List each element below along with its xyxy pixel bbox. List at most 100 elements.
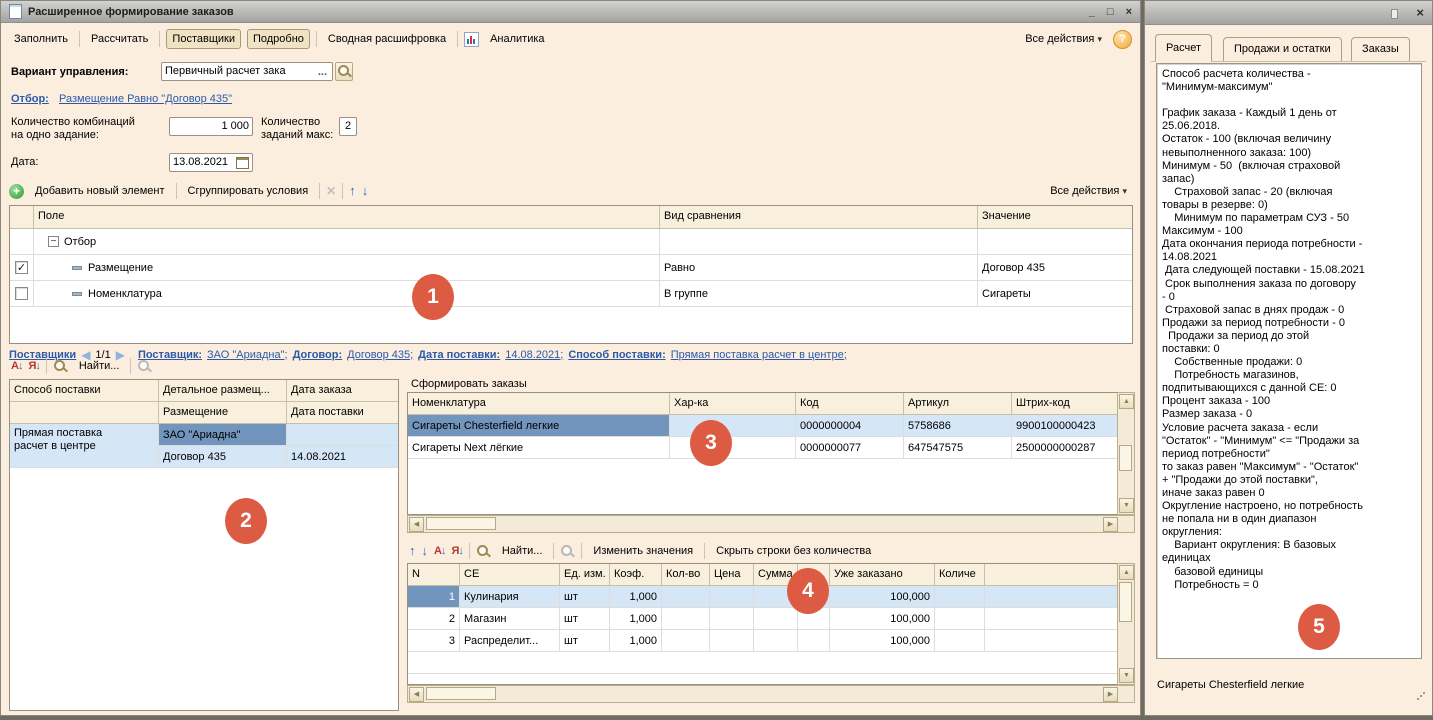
- cell-article[interactable]: 5758686: [904, 415, 1012, 437]
- combinations-input[interactable]: 1 000: [169, 117, 253, 136]
- move-up-icon[interactable]: ↑: [409, 545, 416, 557]
- orders-horizontal-scrollbar[interactable]: ◀ ▶: [407, 515, 1135, 533]
- cell-placement-contract[interactable]: Договор 435: [159, 446, 287, 468]
- cell-filler[interactable]: [985, 630, 1117, 652]
- cell-se[interactable]: Распределит...: [460, 630, 560, 652]
- checkbox-checked[interactable]: ✓: [15, 261, 28, 274]
- cell-n[interactable]: 1: [408, 586, 460, 608]
- cell-n[interactable]: 3: [408, 630, 460, 652]
- filter-row-comparison[interactable]: В группе: [660, 281, 978, 307]
- cell-sum[interactable]: [754, 630, 798, 652]
- cell-barcode[interactable]: 9900100000423: [1012, 415, 1117, 437]
- choose-button[interactable]: ...: [316, 67, 329, 77]
- cell-filler[interactable]: [985, 608, 1117, 630]
- orders-vertical-scrollbar[interactable]: ▲ ▼: [1117, 392, 1135, 515]
- clear-search-icon[interactable]: [560, 544, 575, 559]
- scroll-left-icon[interactable]: ◀: [409, 687, 424, 702]
- hide-rows-button[interactable]: Скрыть строки без количества: [711, 542, 876, 560]
- method-label-link[interactable]: Способ поставки:: [568, 349, 665, 361]
- analytics-button[interactable]: Аналитика: [485, 30, 549, 48]
- cell-unit[interactable]: шт: [560, 608, 610, 630]
- filter-row-value[interactable]: Договор 435: [978, 255, 1132, 281]
- collapse-icon[interactable]: −: [48, 236, 59, 247]
- tasks-max-input[interactable]: 2: [339, 117, 357, 136]
- cell-barcode[interactable]: 2500000000287: [1012, 437, 1117, 459]
- scroll-down-icon[interactable]: ▼: [1119, 498, 1134, 513]
- all-actions-button[interactable]: Все действия ▾: [1020, 30, 1107, 48]
- cell-filler[interactable]: [985, 586, 1117, 608]
- sort-asc-icon[interactable]: А↓: [11, 360, 22, 372]
- group-conditions-button[interactable]: Сгруппировать условия: [183, 182, 314, 200]
- cell-nomenclature[interactable]: Сигареты Chesterfield легкие: [408, 415, 670, 437]
- cell-se[interactable]: Кулинария: [460, 586, 560, 608]
- qty-horizontal-scrollbar[interactable]: ◀ ▶: [407, 685, 1135, 703]
- scroll-up-icon[interactable]: ▲: [1119, 394, 1134, 409]
- cell-quantity[interactable]: [935, 586, 985, 608]
- cell-se[interactable]: Магазин: [460, 608, 560, 630]
- delivery-date-label-link[interactable]: Дата поставки:: [418, 349, 500, 361]
- move-up-icon[interactable]: ↑: [349, 185, 356, 197]
- cell-article[interactable]: 647547575: [904, 437, 1012, 459]
- date-input[interactable]: 13.08.2021: [169, 153, 253, 172]
- suppliers-button[interactable]: Поставщики: [166, 29, 241, 49]
- sort-desc-icon[interactable]: Я↓: [28, 360, 39, 372]
- scroll-left-icon[interactable]: ◀: [409, 517, 424, 532]
- cell-quantity[interactable]: [935, 608, 985, 630]
- cell-unit[interactable]: шт: [560, 630, 610, 652]
- scroll-thumb[interactable]: [1119, 445, 1132, 471]
- cell-code[interactable]: 0000000004: [796, 415, 904, 437]
- tab-orders[interactable]: Заказы: [1351, 37, 1410, 62]
- filter-link-label[interactable]: Отбор:: [11, 93, 49, 105]
- cell-characteristic[interactable]: [670, 415, 796, 437]
- scroll-thumb[interactable]: [426, 687, 496, 700]
- qty-vertical-scrollbar[interactable]: ▲ ▼: [1117, 563, 1135, 685]
- scroll-up-icon[interactable]: ▲: [1119, 565, 1134, 580]
- tab-calculation[interactable]: Расчет: [1155, 34, 1212, 62]
- supplier-value-link[interactable]: ЗАО "Ариадна";: [207, 349, 288, 361]
- cell-characteristic[interactable]: [670, 437, 796, 459]
- filter-row-value[interactable]: Сигареты: [978, 281, 1132, 307]
- filter-group-row[interactable]: − Отбор: [34, 229, 660, 255]
- edit-values-button[interactable]: Изменить значения: [588, 542, 698, 560]
- sort-asc-icon[interactable]: А↓: [434, 545, 445, 557]
- cell-n[interactable]: 2: [408, 608, 460, 630]
- cell-price[interactable]: [710, 630, 754, 652]
- pin-icon[interactable]: [1391, 9, 1398, 19]
- panel-close-button[interactable]: ×: [1416, 5, 1424, 20]
- cell-quantity[interactable]: [935, 630, 985, 652]
- calendar-icon[interactable]: [236, 157, 249, 169]
- minimize-button[interactable]: _: [1089, 6, 1095, 18]
- cell-coef[interactable]: 1,000: [610, 586, 662, 608]
- checkbox-unchecked[interactable]: [15, 287, 28, 300]
- method-value-link[interactable]: Прямая поставка расчет в центре;: [671, 349, 847, 361]
- detailed-button[interactable]: Подробно: [247, 29, 310, 49]
- clear-search-icon[interactable]: [137, 359, 152, 374]
- cell-qty[interactable]: [662, 608, 710, 630]
- calculate-button[interactable]: Рассчитать: [86, 30, 153, 48]
- open-magnifier-button[interactable]: [335, 62, 353, 81]
- contract-label-link[interactable]: Договор:: [293, 349, 343, 361]
- cell-rest[interactable]: [798, 630, 830, 652]
- cell-price[interactable]: [710, 586, 754, 608]
- move-down-icon[interactable]: ↓: [362, 185, 369, 197]
- filter-all-actions-button[interactable]: Все действия ▾: [1045, 182, 1132, 200]
- cell-placement-org[interactable]: ЗАО "Ариадна": [159, 424, 287, 446]
- help-button[interactable]: ?: [1113, 30, 1132, 49]
- cell-qty[interactable]: [662, 586, 710, 608]
- cell-unit[interactable]: шт: [560, 586, 610, 608]
- maximize-button[interactable]: □: [1107, 6, 1114, 18]
- filter-row-field[interactable]: Размещение: [34, 255, 660, 281]
- filter-link-value[interactable]: Размещение Равно "Договор 435": [59, 93, 232, 105]
- summary-decode-button[interactable]: Сводная расшифровка: [323, 30, 451, 48]
- cell-ordered[interactable]: 100,000: [830, 630, 935, 652]
- scroll-thumb[interactable]: [1119, 582, 1132, 622]
- filter-row-comparison[interactable]: Равно: [660, 255, 978, 281]
- cell-qty[interactable]: [662, 630, 710, 652]
- find-button[interactable]: Найти...: [497, 542, 548, 560]
- resize-grip[interactable]: [1420, 695, 1422, 697]
- scroll-right-icon[interactable]: ▶: [1103, 687, 1118, 702]
- cell-coef[interactable]: 1,000: [610, 630, 662, 652]
- cell-ordered[interactable]: 100,000: [830, 608, 935, 630]
- sort-desc-icon[interactable]: Я↓: [451, 545, 462, 557]
- tab-sales-and-stock[interactable]: Продажи и остатки: [1223, 37, 1342, 62]
